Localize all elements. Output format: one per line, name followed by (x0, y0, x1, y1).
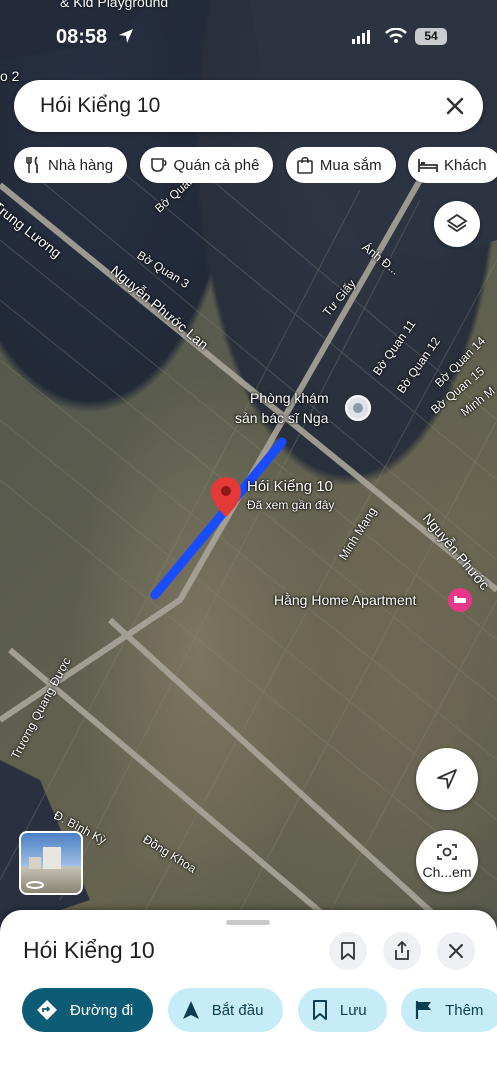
battery-indicator: 54 (415, 28, 447, 45)
layers-button[interactable] (434, 201, 480, 247)
close-icon[interactable] (443, 94, 467, 118)
place-title: Hói Kiểng 10 (23, 937, 155, 963)
poi-clinic-name-2[interactable]: sản bác sĩ Nga (235, 410, 328, 426)
camera-lens-icon (437, 844, 457, 860)
poi-hotel-name[interactable]: Hằng Home Apartment (274, 592, 416, 608)
layers-icon (446, 213, 468, 233)
bookmark-icon (312, 1000, 327, 1020)
chip-hotels[interactable]: Khách (408, 147, 497, 183)
chip-restaurants[interactable]: Nhà hàng (14, 147, 128, 183)
map-top-fragment: & Kid Playground (60, 0, 169, 10)
navigation-arrow-icon (437, 769, 457, 789)
chip-shopping[interactable]: Mua sắm (285, 147, 396, 183)
poi-clinic-name-1[interactable]: Phòng khám (250, 390, 329, 406)
search-bar[interactable]: Hói Kiểng 10 (14, 80, 483, 132)
my-location-button[interactable] (416, 748, 478, 810)
category-chips: Nhà hàng Quán cà phê Mua sắm Khách (14, 147, 497, 183)
share-icon (395, 941, 409, 960)
bed-icon (418, 159, 438, 172)
status-bar: & Kid Playground 08:58 54 (0, 0, 497, 72)
pin-title: Hói Kiểng 10 (247, 478, 333, 495)
coffee-cup-icon (150, 158, 167, 172)
close-icon (449, 944, 463, 958)
chip-label: Khách (444, 156, 487, 174)
action-label: Bắt đầu (211, 1001, 264, 1019)
navigation-arrow-icon (182, 1001, 199, 1019)
shopping-bag-icon (297, 156, 313, 174)
save-button[interactable]: Lưu (297, 988, 387, 1032)
save-bookmark-button[interactable] (329, 932, 367, 970)
signal-icon (352, 30, 372, 49)
chip-cafes[interactable]: Quán cà phê (139, 147, 274, 183)
search-input[interactable]: Hói Kiểng 10 (40, 94, 160, 118)
place-bottom-sheet: Hói Kiểng 10 Đường đi Bắt đầu Lưu Thêm (0, 910, 497, 1080)
street-view-thumbnail[interactable] (19, 831, 83, 895)
location-arrow-icon (118, 28, 134, 49)
drag-handle[interactable] (226, 920, 270, 925)
directions-icon (37, 1000, 57, 1020)
home-indicator-area (0, 1062, 497, 1080)
lens-button[interactable]: Ch...em (416, 830, 478, 892)
flag-icon (415, 1001, 432, 1019)
close-sheet-button[interactable] (437, 932, 475, 970)
street-view-image (26, 847, 61, 889)
action-label: Lưu (339, 1001, 367, 1019)
directions-button[interactable]: Đường đi (22, 988, 154, 1032)
fork-knife-icon (26, 156, 38, 173)
chip-label: Quán cà phê (173, 156, 260, 174)
chip-label: Mua sắm (319, 156, 382, 174)
action-buttons: Đường đi Bắt đầu Lưu Thêm (22, 988, 497, 1034)
wifi-icon (385, 27, 407, 49)
pin-subtitle: Đã xem gần đây (247, 498, 335, 512)
lens-label: Ch...em (422, 864, 472, 880)
chip-label: Nhà hàng (48, 156, 114, 174)
start-button[interactable]: Bắt đầu (167, 988, 284, 1032)
action-label: Thêm (445, 1001, 484, 1019)
status-time: 08:58 (56, 26, 108, 48)
action-label: Đường đi (70, 1001, 134, 1019)
bookmark-icon (341, 942, 355, 960)
more-button[interactable]: Thêm (401, 988, 497, 1032)
share-button[interactable] (383, 932, 421, 970)
